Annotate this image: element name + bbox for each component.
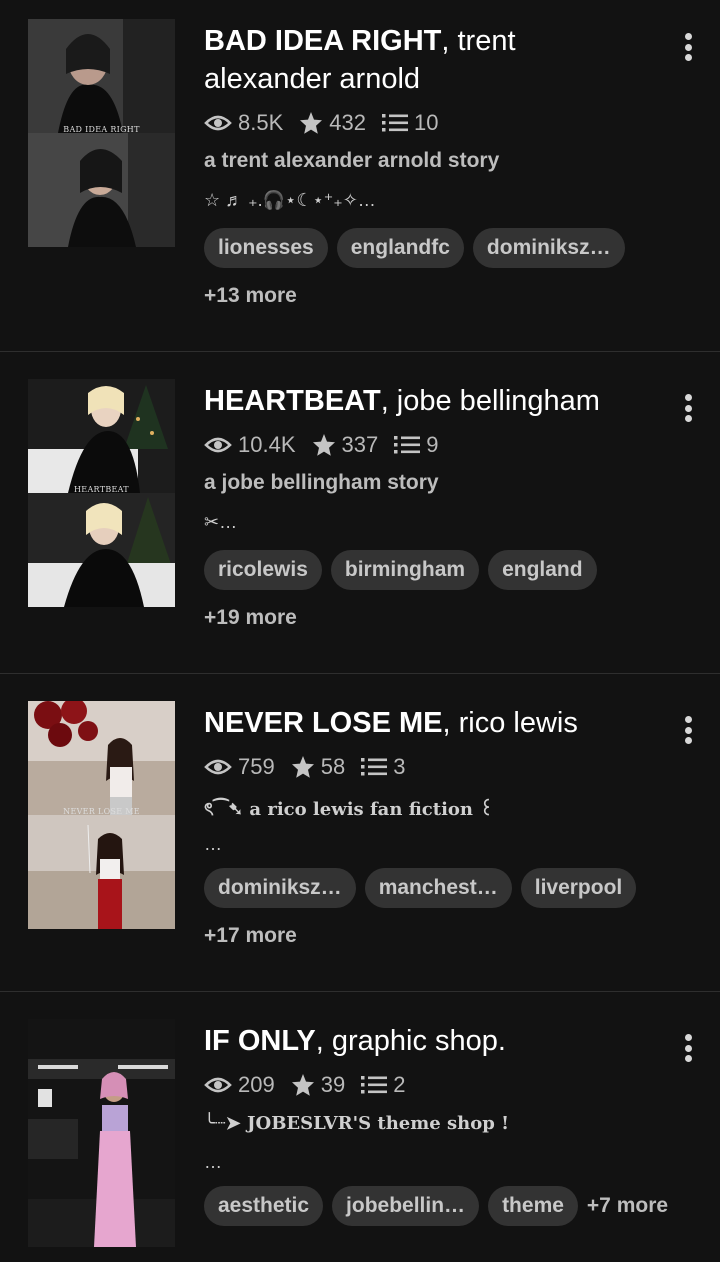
- eye-icon: [204, 113, 232, 133]
- star-icon: [291, 755, 315, 779]
- more-options-button[interactable]: [678, 30, 698, 64]
- story-title[interactable]: BAD IDEA RIGHT, trent alexander arnold: [204, 22, 649, 98]
- tag-chip[interactable]: lionesses: [204, 228, 328, 268]
- story-title[interactable]: HEARTBEAT, jobe bellingham: [204, 382, 649, 420]
- star-icon: [291, 1073, 315, 1097]
- votes-count: 432: [329, 110, 366, 135]
- parts-count: 9: [426, 432, 439, 457]
- cover-photo-top: [28, 701, 175, 815]
- story-description: ╰┈➤ JOBESLVR'S theme shop !: [204, 1113, 509, 1134]
- cover-caption: BAD IDEA RIGHT: [63, 125, 140, 134]
- cover-photo: [28, 1019, 175, 1247]
- story-decoration: ☆ ♬ ₊.🎧⋆☾⋆⁺₊✧…: [204, 190, 376, 210]
- more-tags-link[interactable]: +19 more: [204, 606, 297, 630]
- more-options-button[interactable]: [678, 391, 698, 425]
- story-decoration: …: [204, 1152, 222, 1172]
- story-cover[interactable]: NEVER LOSE ME: [28, 701, 175, 929]
- star-icon: [312, 433, 336, 457]
- story-description: a trent alexander arnold story: [204, 149, 500, 172]
- votes-count: 58: [320, 754, 346, 779]
- list-icon: [361, 1074, 388, 1096]
- story-title[interactable]: NEVER LOSE ME, rico lewis: [204, 704, 649, 742]
- tag-chip[interactable]: england: [488, 550, 597, 590]
- story-title-bold: BAD IDEA RIGHT: [204, 25, 442, 57]
- more-vert-icon: [684, 33, 692, 40]
- story-title-bold: HEARTBEAT: [204, 385, 381, 417]
- cover-photo-bottom: [28, 133, 175, 247]
- cover-photo-bottom: [28, 493, 175, 607]
- more-options-button[interactable]: [678, 1031, 698, 1065]
- story-title-rest: , jobe bellingham: [380, 385, 600, 417]
- story-title-bold: NEVER LOSE ME: [204, 707, 443, 739]
- list-icon: [394, 434, 421, 456]
- story-card[interactable]: NEVER LOSE ME NEVER LOSE ME, rico lewis …: [0, 674, 720, 992]
- story-description: ৎ⁀➷ a rico lewis fan fiction ꒰: [204, 799, 494, 820]
- parts-count: 3: [393, 754, 406, 779]
- tag-list: aesthetic jobebellin… theme +7 more: [204, 1186, 668, 1226]
- story-stats: 10.4K 337 9: [204, 431, 454, 459]
- cover-photo-top: [28, 19, 175, 133]
- star-icon: [299, 111, 323, 135]
- list-icon: [381, 112, 408, 134]
- eye-icon: [204, 757, 232, 777]
- story-cover[interactable]: HEARTBEAT: [28, 379, 175, 607]
- story-cover[interactable]: [28, 1019, 175, 1247]
- more-vert-icon: [684, 716, 692, 723]
- list-icon: [361, 756, 388, 778]
- views-count: 209: [238, 1072, 275, 1097]
- more-vert-icon: [684, 394, 692, 401]
- parts-count: 2: [393, 1072, 406, 1097]
- more-options-button[interactable]: [678, 713, 698, 747]
- tag-chip[interactable]: englandfc: [336, 228, 464, 268]
- votes-count: 39: [320, 1072, 346, 1097]
- story-card[interactable]: HEARTBEAT HEARTBEAT, jobe bellingham 10.…: [0, 352, 720, 674]
- tag-chip[interactable]: jobebellin…: [332, 1186, 480, 1226]
- views-count: 8.5K: [238, 110, 284, 135]
- story-title[interactable]: IF ONLY, graphic shop.: [204, 1022, 649, 1060]
- story-title-rest: , rico lewis: [442, 707, 578, 739]
- story-stats: 209 39 2: [204, 1071, 421, 1099]
- story-cover[interactable]: BAD IDEA RIGHT: [28, 19, 175, 247]
- cover-photo-top: [28, 379, 175, 493]
- tag-chip[interactable]: liverpool: [520, 868, 637, 908]
- more-tags-link[interactable]: +13 more: [204, 284, 297, 308]
- story-title-bold: IF ONLY: [204, 1025, 316, 1057]
- story-decoration: ✂︎…: [204, 512, 238, 532]
- parts-count: 10: [413, 110, 439, 135]
- tag-chip[interactable]: theme: [488, 1186, 578, 1226]
- story-card[interactable]: IF ONLY, graphic shop. 209 39 2 ╰┈➤ JOBE…: [0, 992, 720, 1262]
- tag-chip[interactable]: ricolewis: [204, 550, 322, 590]
- more-tags-link[interactable]: +17 more: [204, 924, 297, 948]
- story-decoration: …: [204, 834, 222, 854]
- more-tags-link[interactable]: +7 more: [587, 1194, 668, 1218]
- more-vert-icon: [684, 1034, 692, 1041]
- cover-caption: NEVER LOSE ME: [63, 807, 140, 816]
- views-count: 10.4K: [238, 432, 296, 457]
- tag-list: lionesses englandfc dominiksz…: [204, 228, 634, 268]
- story-description: a jobe bellingham story: [204, 471, 439, 494]
- tag-list: dominiksz… manchest… liverpool: [204, 868, 645, 908]
- cover-photo-bottom: [28, 815, 175, 929]
- eye-icon: [204, 435, 232, 455]
- tag-chip[interactable]: birmingham: [330, 550, 480, 590]
- tag-chip[interactable]: dominiksz…: [204, 868, 356, 908]
- story-stats: 8.5K 432 10: [204, 109, 454, 137]
- tag-chip[interactable]: dominiksz…: [472, 228, 625, 268]
- story-stats: 759 58 3: [204, 753, 421, 781]
- tag-chip[interactable]: aesthetic: [204, 1186, 324, 1226]
- eye-icon: [204, 1075, 232, 1095]
- views-count: 759: [238, 754, 275, 779]
- tag-list: ricolewis birmingham england: [204, 550, 606, 590]
- story-title-rest: , graphic shop.: [315, 1025, 506, 1057]
- votes-count: 337: [341, 432, 379, 457]
- tag-chip[interactable]: manchest…: [364, 868, 512, 908]
- cover-caption: HEARTBEAT: [74, 485, 129, 494]
- story-card[interactable]: BAD IDEA RIGHT BAD IDEA RIGHT, trent ale…: [0, 0, 720, 352]
